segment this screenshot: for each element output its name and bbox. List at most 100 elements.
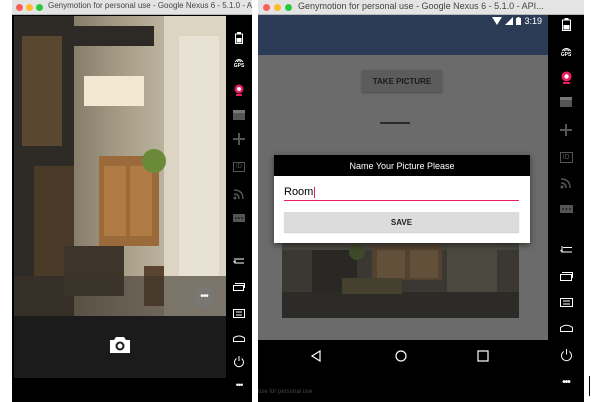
captured-photo-image	[282, 230, 519, 318]
take-picture-button[interactable]: TAKE PICTURE	[362, 70, 442, 92]
right-window-titlebar: Genymotion for personal use - Google Nex…	[258, 0, 584, 15]
app-bar: 3:19	[258, 15, 548, 55]
camera-preview-image	[14, 16, 226, 316]
more-options-button[interactable]: •••	[193, 286, 215, 308]
battery-icon	[561, 17, 571, 31]
webcam-icon	[234, 84, 244, 96]
left-window-titlebar: Genymotion for personal use - Google Nex…	[12, 0, 252, 15]
phone-screen: 3:19 TAKE PICTURE Name Your Picture Plea…	[258, 15, 548, 370]
back-tool[interactable]	[231, 254, 247, 268]
home-tool[interactable]	[231, 331, 247, 345]
zoom-window-button[interactable]	[36, 4, 43, 11]
dialog-title-bar: Name Your Picture Please	[274, 155, 530, 176]
recents-square-icon	[477, 350, 489, 362]
power-tool[interactable]	[231, 354, 247, 370]
home-circle-icon	[395, 350, 407, 362]
battery-status-icon	[516, 17, 522, 25]
menu-icon	[233, 308, 245, 318]
nav-home-button[interactable]	[395, 349, 407, 362]
left-android-nav-bar	[14, 378, 226, 402]
gps-tool[interactable]: GPS	[229, 54, 249, 72]
recent-apps-icon	[233, 283, 245, 291]
message-icon	[559, 205, 573, 213]
take-picture-label: TAKE PICTURE	[372, 76, 432, 86]
menu-icon	[559, 297, 573, 307]
right-genymotion-toolbar: GPS ID •••	[548, 15, 584, 402]
picture-name-value: Room	[284, 186, 314, 198]
capture-tool[interactable]	[558, 95, 574, 109]
more-tool[interactable]: •••	[558, 375, 574, 389]
rss-tool[interactable]	[231, 186, 247, 202]
app-content: TAKE PICTURE Name Your Picture Please Ro…	[258, 55, 548, 340]
capture-tool[interactable]	[231, 108, 247, 122]
status-bar: 3:19	[492, 15, 542, 27]
left-emulator-window: Genymotion for personal use - Google Nex…	[12, 0, 252, 402]
move-icon	[233, 133, 245, 145]
webcam-icon	[561, 71, 571, 84]
right-emulator-window: Genymotion for personal use - Google Nex…	[258, 0, 584, 402]
recent-apps-icon	[559, 271, 573, 281]
id-label: ID	[233, 162, 245, 172]
name-picture-dialog: Name Your Picture Please Room SAVE	[274, 155, 530, 243]
move-icon	[560, 124, 572, 136]
more-horiz-icon: •••	[200, 291, 208, 302]
rss-icon	[560, 178, 571, 189]
text-caret	[589, 376, 590, 396]
clapper-icon	[233, 110, 245, 120]
camera-icon	[110, 337, 130, 353]
power-icon	[560, 348, 572, 361]
wifi-icon	[492, 17, 503, 25]
recents-tool[interactable]	[231, 280, 247, 294]
shutter-button[interactable]	[109, 336, 131, 354]
battery-tool[interactable]	[558, 15, 574, 33]
edittext-underline	[380, 122, 410, 124]
text-cursor	[314, 186, 316, 198]
rss-tool[interactable]	[558, 175, 574, 191]
dialog-title: Name Your Picture Please	[349, 160, 455, 171]
camera-tool[interactable]	[558, 69, 574, 85]
footer-watermark: use for personal use	[258, 389, 313, 395]
status-time: 3:19	[524, 16, 542, 26]
clapper-icon	[560, 97, 572, 107]
minimize-window-button[interactable]	[26, 4, 33, 11]
more-tool[interactable]: •••	[231, 378, 247, 392]
nav-back-button[interactable]	[310, 349, 322, 363]
gps-tool[interactable]: GPS	[556, 43, 576, 61]
gps-label: GPS	[233, 63, 245, 69]
recents-tool[interactable]	[558, 269, 574, 283]
back-arrow-icon	[559, 245, 572, 252]
power-tool[interactable]	[558, 347, 574, 363]
rss-icon	[233, 189, 244, 200]
left-window-title: Genymotion for personal use - Google Nex…	[48, 1, 252, 10]
sms-tool[interactable]	[558, 203, 574, 217]
save-label: SAVE	[390, 217, 413, 227]
id-tool[interactable]: ID	[558, 149, 574, 165]
right-window-title: Genymotion for personal use - Google Nex…	[298, 1, 544, 11]
id-label: ID	[559, 151, 573, 163]
id-tool[interactable]: ID	[231, 159, 247, 175]
picture-name-input[interactable]: Room	[284, 184, 519, 201]
close-window-button[interactable]	[16, 4, 23, 11]
power-icon	[234, 356, 244, 368]
sms-tool[interactable]	[231, 212, 247, 226]
captured-photo	[282, 230, 519, 318]
minimize-window-button[interactable]	[274, 4, 281, 11]
back-tool[interactable]	[558, 242, 574, 256]
home-icon	[559, 324, 573, 332]
save-button[interactable]: SAVE	[284, 212, 519, 232]
nav-recents-button[interactable]	[477, 349, 489, 362]
menu-tool[interactable]	[231, 306, 247, 320]
home-tool[interactable]	[558, 321, 574, 335]
camera-viewfinder[interactable]: •••	[14, 16, 226, 316]
battery-tool[interactable]	[232, 30, 246, 46]
zoom-window-button[interactable]	[285, 4, 292, 11]
camera-tool[interactable]	[231, 82, 247, 98]
back-arrow-icon	[233, 258, 244, 264]
home-icon	[233, 335, 245, 342]
dpad-tool[interactable]	[558, 122, 574, 138]
dpad-tool[interactable]	[231, 131, 247, 147]
close-window-button[interactable]	[263, 4, 270, 11]
message-icon	[233, 214, 245, 222]
menu-tool[interactable]	[558, 295, 574, 309]
back-triangle-icon	[310, 349, 321, 363]
